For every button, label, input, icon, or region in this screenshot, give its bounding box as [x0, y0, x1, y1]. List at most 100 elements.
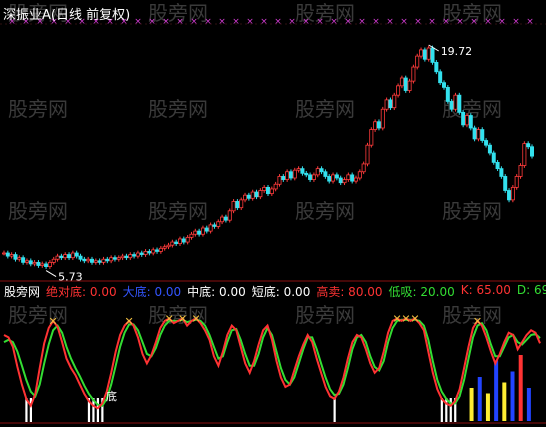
candle-body [258, 190, 263, 198]
candle-body [231, 201, 236, 212]
candle-body [162, 246, 167, 249]
candle-body [453, 94, 458, 110]
candle-body [193, 230, 198, 235]
candle-body [170, 241, 175, 246]
candle-body [151, 249, 156, 254]
watermark-text: 股旁网 [295, 303, 355, 327]
candle-body [147, 251, 152, 254]
candle-body [365, 144, 370, 165]
candle-body [464, 115, 469, 126]
candle-body [300, 168, 305, 174]
legend-item: 大底: 0.00 [122, 285, 182, 299]
candle-body [262, 186, 267, 191]
top-marker: × [134, 17, 142, 27]
candle-body [74, 252, 79, 257]
candle-body [21, 257, 26, 263]
candle-body [189, 233, 194, 238]
candle-body [82, 258, 87, 262]
candle-body [227, 210, 232, 221]
candle-body [105, 258, 110, 262]
low-price-label: 5.73 [58, 271, 83, 284]
candle-body [139, 252, 144, 255]
candle-body [327, 176, 332, 182]
candle-body [158, 247, 163, 252]
sell-signal-icon: ✕ [124, 315, 133, 328]
top-marker: × [456, 17, 464, 27]
candle-body [28, 260, 33, 265]
indicator-legend: 股旁网 绝对底: 0.00 大底: 0.00 中底: 0.00 短底: 0.00 高卖:… [4, 283, 546, 299]
candle-body [518, 165, 523, 177]
candle-body [285, 171, 290, 180]
candle-body [308, 174, 313, 180]
top-marker: × [484, 17, 492, 27]
colored-signal-bar [494, 360, 499, 421]
candle-body [323, 171, 328, 177]
sell-signal-icon: ✕ [392, 313, 401, 326]
top-marker: × [498, 17, 506, 27]
candle-body [288, 171, 293, 179]
candle-body [36, 261, 41, 266]
candle-body [63, 254, 68, 259]
watermark-text: 股旁网 [8, 303, 68, 327]
candle-body [503, 176, 508, 191]
candle-body [361, 163, 366, 173]
candle-body [514, 176, 519, 188]
top-marker: × [386, 17, 394, 27]
candle-body [373, 121, 378, 130]
colored-signal-bar [469, 388, 474, 421]
candle-body [55, 255, 60, 260]
candle-body [177, 238, 182, 245]
candle-body [235, 201, 240, 209]
candle-body [472, 127, 477, 140]
candle-body [90, 258, 95, 263]
legend-item: 绝对底: 0.00 [46, 285, 117, 299]
top-marker: × [260, 17, 268, 27]
candle-body [353, 177, 358, 182]
candle-body [86, 258, 91, 262]
candle-body [143, 251, 148, 255]
candle-body [273, 183, 278, 190]
candle-body [17, 257, 22, 260]
stock-chart: 股旁网 股旁网 股旁网 股旁网股旁网 股旁网 股旁网 股旁网股旁网 股旁网 股旁网 股旁网股旁网股… [0, 1, 546, 424]
colored-signal-bar [526, 388, 531, 421]
candle-body [411, 66, 416, 82]
candle-body [415, 55, 420, 68]
candle-body [166, 244, 171, 248]
candle-body [254, 191, 259, 198]
candle-body [223, 216, 228, 221]
candle-body [426, 47, 431, 60]
candle-body [212, 224, 217, 227]
candle-body [246, 194, 251, 199]
legend-item: 中底: 0.00 [187, 285, 246, 299]
candle-body [346, 174, 351, 180]
top-marker: × [162, 17, 170, 27]
candle-body [388, 99, 393, 109]
candle-body [476, 129, 481, 140]
candle-body [461, 111, 466, 126]
candle-body [97, 260, 102, 263]
top-marker: × [246, 17, 254, 27]
bottom-signal-bar [440, 398, 443, 422]
watermark-text: 股旁网 [148, 199, 208, 223]
watermark-text: 股旁网 [295, 199, 355, 223]
candle-body [491, 152, 496, 163]
candle-body [441, 82, 446, 88]
sell-signal-icon: ✕ [401, 313, 410, 326]
candle-body [243, 194, 248, 201]
candle-body [112, 257, 117, 260]
top-marker: × [288, 17, 296, 27]
candle-body [399, 77, 404, 87]
indicator-name: 股旁网 [4, 285, 41, 299]
top-marker: × [330, 17, 338, 27]
candle-body [9, 254, 14, 257]
legend-item: 高卖: 80.00 [316, 285, 383, 299]
top-marker: × [148, 17, 156, 27]
candle-body [526, 143, 531, 148]
candle-body [135, 252, 140, 257]
candle-body [24, 260, 29, 263]
candle-body [132, 254, 137, 257]
grid-lines [0, 23, 546, 424]
candle-body [407, 80, 412, 91]
colored-signal-bar [477, 377, 482, 421]
candle-body [120, 255, 125, 259]
